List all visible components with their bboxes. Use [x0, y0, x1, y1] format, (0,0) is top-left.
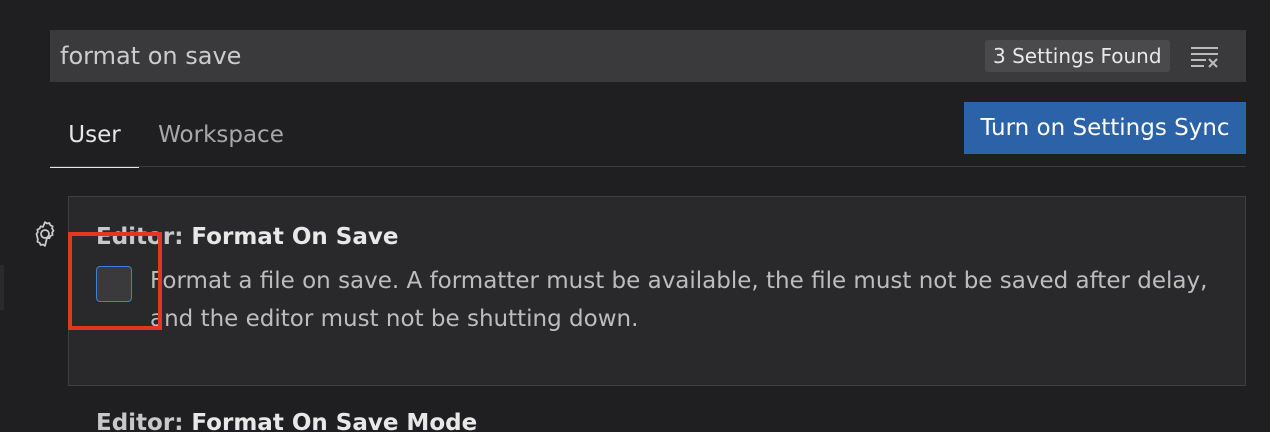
sash-handle[interactable]: [0, 265, 4, 310]
turn-on-settings-sync-button[interactable]: Turn on Settings Sync: [964, 102, 1246, 154]
setting-description: Format a file on save. A formatter must …: [150, 268, 1208, 332]
settings-editor: 3 Settings Found User Workspace Turn on …: [0, 0, 1270, 432]
results-count-badge: 3 Settings Found: [985, 40, 1170, 72]
search-bar: 3 Settings Found: [50, 30, 1246, 82]
setting-title: Editor: Format On Save: [96, 224, 398, 250]
tab-user[interactable]: User: [50, 104, 139, 168]
setting-category: Editor:: [96, 224, 192, 250]
setting-title-format-on-save-mode: Editor: Format On Save Mode: [96, 410, 477, 432]
gear-icon[interactable]: [30, 219, 60, 249]
setting-name: Format On Save Mode: [191, 410, 478, 432]
tab-workspace[interactable]: Workspace: [146, 104, 296, 168]
format-on-save-checkbox[interactable]: [96, 266, 132, 302]
setting-category: Editor:: [96, 410, 192, 432]
clear-filter-icon[interactable]: [1190, 44, 1220, 70]
search-input[interactable]: [60, 38, 960, 74]
setting-name: Format On Save: [191, 224, 399, 250]
tabs-divider: [50, 166, 1246, 167]
